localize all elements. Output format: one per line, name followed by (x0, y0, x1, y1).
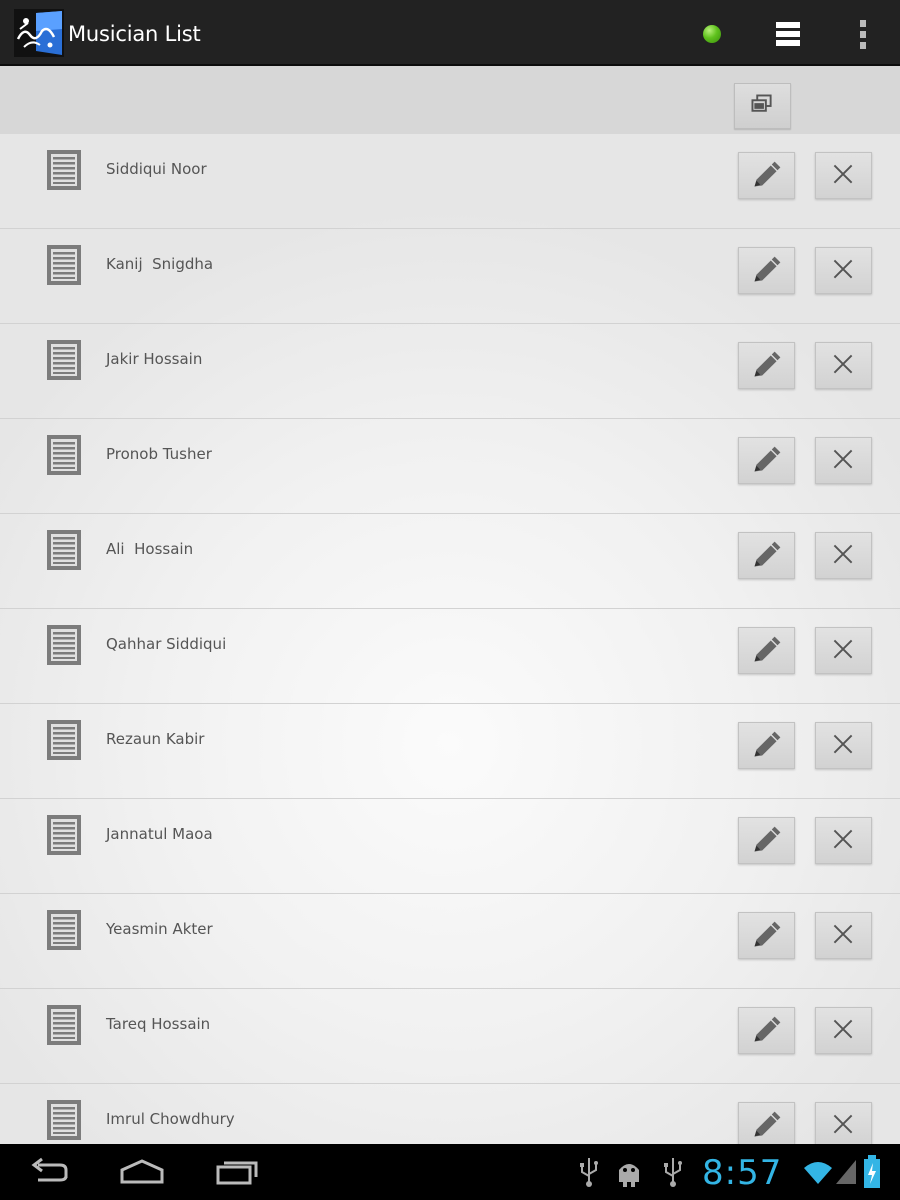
close-icon (833, 164, 853, 184)
list-item[interactable]: Qahhar Siddiqui (0, 609, 900, 704)
delete-button[interactable] (815, 817, 872, 864)
close-icon (833, 1114, 853, 1134)
delete-button[interactable] (815, 1102, 872, 1144)
close-icon (833, 449, 853, 469)
document-icon (47, 720, 81, 760)
android-debug-icon (619, 1164, 639, 1187)
list-item[interactable]: Pronob Tusher (0, 419, 900, 514)
back-icon[interactable] (18, 1152, 78, 1192)
signal-icon (836, 1160, 856, 1184)
list-header (0, 66, 900, 134)
edit-button[interactable] (738, 722, 795, 769)
edit-button[interactable] (738, 627, 795, 674)
close-icon (833, 259, 853, 279)
edit-button[interactable] (738, 1102, 795, 1144)
close-icon (833, 829, 853, 849)
list-view-icon[interactable] (768, 14, 808, 54)
overflow-menu-icon[interactable] (846, 14, 880, 54)
delete-button[interactable] (815, 627, 872, 674)
app-title: Musician List (68, 22, 201, 46)
copy-button[interactable] (734, 83, 791, 129)
edit-button[interactable] (738, 1007, 795, 1054)
document-icon (47, 1005, 81, 1045)
pencil-icon (754, 256, 781, 282)
pencil-icon (754, 826, 781, 852)
musician-name: Qahhar Siddiqui (106, 635, 227, 653)
pencil-icon (754, 446, 781, 472)
delete-button[interactable] (815, 912, 872, 959)
home-icon[interactable] (112, 1152, 172, 1192)
list-item[interactable]: Rezaun Kabir (0, 704, 900, 799)
list-item[interactable]: Yeasmin Akter (0, 894, 900, 989)
musician-name: Imrul Chowdhury (106, 1110, 235, 1128)
close-icon (833, 734, 853, 754)
musician-name: Jakir Hossain (106, 350, 203, 368)
recent-apps-icon[interactable] (206, 1152, 266, 1192)
list-item[interactable]: Siddiqui Noor (0, 134, 900, 229)
document-icon (47, 1100, 81, 1140)
pencil-icon (754, 351, 781, 377)
musician-name: Yeasmin Akter (106, 920, 213, 938)
close-icon (833, 639, 853, 659)
document-icon (47, 910, 81, 950)
musician-name: Kanij Snigdha (106, 255, 214, 273)
battery-icon (864, 1155, 880, 1188)
musician-name: Siddiqui Noor (106, 160, 207, 178)
edit-button[interactable] (738, 342, 795, 389)
close-icon (833, 544, 853, 564)
close-icon (833, 1019, 853, 1039)
document-icon (47, 435, 81, 475)
pencil-icon (754, 541, 781, 567)
list-item[interactable]: Jakir Hossain (0, 324, 900, 419)
document-icon (47, 815, 81, 855)
pencil-icon (754, 921, 781, 947)
list-item[interactable]: Kanij Snigdha (0, 229, 900, 324)
edit-button[interactable] (738, 247, 795, 294)
musician-name: Rezaun Kabir (106, 730, 205, 748)
edit-button[interactable] (738, 152, 795, 199)
pencil-icon (754, 1111, 781, 1137)
musician-name: Ali Hossain (106, 540, 194, 558)
copy-icon (751, 94, 772, 112)
delete-button[interactable] (815, 722, 872, 769)
edit-button[interactable] (738, 532, 795, 579)
action-bar: Musician List (0, 0, 900, 66)
delete-button[interactable] (815, 247, 872, 294)
document-icon (47, 150, 81, 190)
status-indicator-icon (703, 25, 721, 43)
list-item[interactable]: Ali Hossain (0, 514, 900, 609)
edit-button[interactable] (738, 437, 795, 484)
pencil-icon (754, 1016, 781, 1042)
close-icon (833, 354, 853, 374)
list-item[interactable]: Tareq Hossain (0, 989, 900, 1084)
delete-button[interactable] (815, 437, 872, 484)
app-logo[interactable] (14, 9, 64, 57)
delete-button[interactable] (815, 1007, 872, 1054)
musician-list: Siddiqui Noor Kanij Snigdha Jakir Hossain P… (0, 134, 900, 1144)
wifi-icon (804, 1162, 832, 1184)
musician-name: Pronob Tusher (106, 445, 212, 463)
system-nav-bar: 8:57 (0, 1144, 900, 1200)
document-icon (47, 530, 81, 570)
delete-button[interactable] (815, 532, 872, 579)
edit-button[interactable] (738, 912, 795, 959)
document-icon (47, 245, 81, 285)
usb-icon (664, 1158, 682, 1187)
delete-button[interactable] (815, 152, 872, 199)
pencil-icon (754, 731, 781, 757)
musician-name: Jannatul Maoa (106, 825, 213, 843)
usb-icon (580, 1158, 598, 1187)
delete-button[interactable] (815, 342, 872, 389)
clock: 8:57 (702, 1153, 783, 1193)
musician-name: Tareq Hossain (106, 1015, 211, 1033)
document-icon (47, 340, 81, 380)
close-icon (833, 924, 853, 944)
edit-button[interactable] (738, 817, 795, 864)
list-item[interactable]: Imrul Chowdhury (0, 1084, 900, 1144)
document-icon (47, 625, 81, 665)
pencil-icon (754, 636, 781, 662)
list-item[interactable]: Jannatul Maoa (0, 799, 900, 894)
pencil-icon (754, 161, 781, 187)
